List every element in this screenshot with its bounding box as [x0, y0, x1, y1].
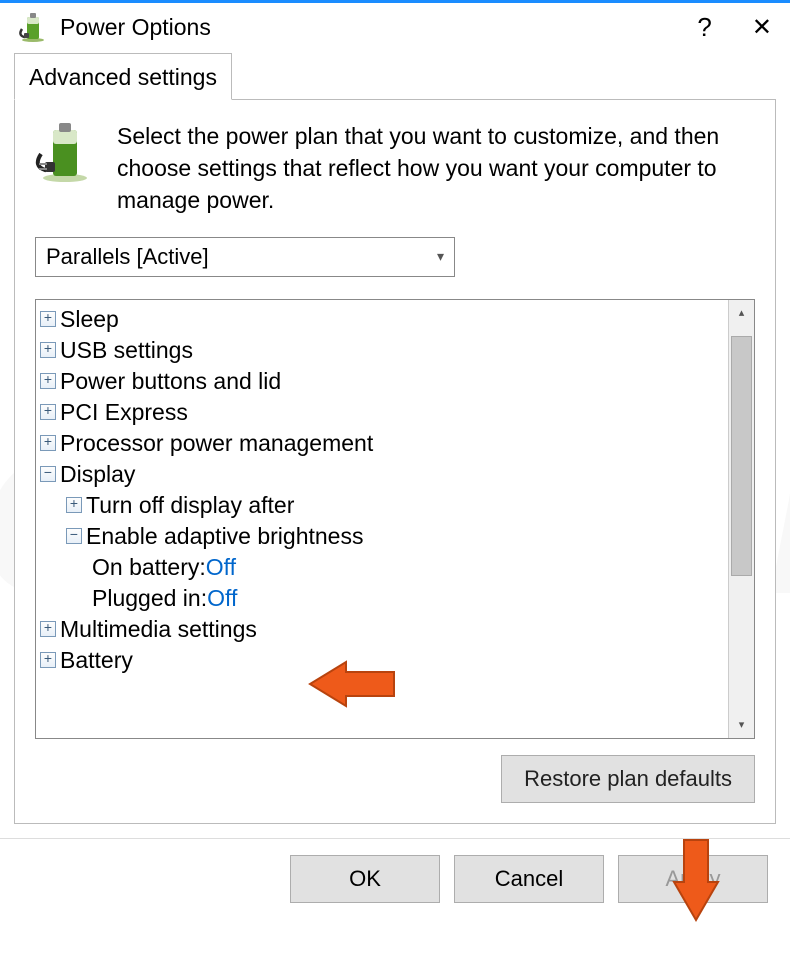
- titlebar: Power Options ? ✕: [0, 3, 790, 53]
- expand-icon[interactable]: +: [40, 621, 56, 637]
- tab-content: Select the power plan that you want to c…: [14, 99, 776, 824]
- collapse-icon[interactable]: −: [40, 466, 56, 482]
- tree-item[interactable]: +Multimedia settings: [40, 614, 724, 645]
- expand-icon[interactable]: +: [40, 652, 56, 668]
- dialog-buttons: OK Cancel Apply: [0, 838, 790, 919]
- settings-tree: +Sleep+USB settings+Power buttons and li…: [35, 299, 755, 739]
- power-plan-selected: Parallels [Active]: [46, 244, 209, 270]
- expand-icon[interactable]: +: [40, 311, 56, 327]
- tree-item[interactable]: Plugged in: Off: [40, 583, 724, 614]
- tree-item[interactable]: On battery: Off: [40, 552, 724, 583]
- tree-item[interactable]: +PCI Express: [40, 397, 724, 428]
- expand-icon[interactable]: +: [40, 342, 56, 358]
- tree-item-label: PCI Express: [60, 399, 188, 426]
- restore-plan-defaults-button[interactable]: Restore plan defaults: [501, 755, 755, 803]
- tab-advanced-settings[interactable]: Advanced settings: [14, 53, 232, 100]
- tree-item-label: Display: [60, 461, 135, 488]
- tree-item-label: Plugged in:: [92, 585, 207, 612]
- ok-button[interactable]: OK: [290, 855, 440, 903]
- tree-item[interactable]: −Enable adaptive brightness: [40, 521, 724, 552]
- tree-item-label: Processor power management: [60, 430, 373, 457]
- tree-item[interactable]: +Battery: [40, 645, 724, 676]
- tree-item[interactable]: −Display: [40, 459, 724, 490]
- tree-item-label: On battery:: [92, 554, 206, 581]
- tree-item[interactable]: +Processor power management: [40, 428, 724, 459]
- collapse-icon[interactable]: −: [66, 528, 82, 544]
- power-plan-icon: [35, 120, 99, 184]
- tree-item[interactable]: +Sleep: [40, 304, 724, 335]
- tree-item[interactable]: +USB settings: [40, 335, 724, 366]
- chevron-down-icon: ▾: [437, 248, 444, 265]
- scroll-down-button[interactable]: ▾: [729, 712, 754, 738]
- tree-item-label: Multimedia settings: [60, 616, 257, 643]
- expand-icon[interactable]: +: [40, 404, 56, 420]
- tree-item-label: Turn off display after: [86, 492, 294, 519]
- power-plan-dropdown[interactable]: Parallels [Active] ▾: [35, 237, 455, 277]
- tree-item[interactable]: +Power buttons and lid: [40, 366, 724, 397]
- tree-item-label: USB settings: [60, 337, 193, 364]
- scroll-thumb[interactable]: [731, 336, 752, 576]
- tree-item-value[interactable]: Off: [207, 585, 237, 612]
- scrollbar[interactable]: ▴ ▾: [728, 300, 754, 738]
- tree-item-label: Power buttons and lid: [60, 368, 281, 395]
- close-button[interactable]: ✕: [752, 13, 772, 42]
- expand-icon[interactable]: +: [66, 497, 82, 513]
- cancel-button[interactable]: Cancel: [454, 855, 604, 903]
- battery-icon: [18, 11, 50, 43]
- tree-item-label: Enable adaptive brightness: [86, 523, 363, 550]
- expand-icon[interactable]: +: [40, 373, 56, 389]
- window-title: Power Options: [60, 14, 697, 41]
- tree-item-label: Sleep: [60, 306, 119, 333]
- tree-item-label: Battery: [60, 647, 133, 674]
- scroll-up-button[interactable]: ▴: [729, 300, 754, 326]
- expand-icon[interactable]: +: [40, 435, 56, 451]
- tree-item[interactable]: +Turn off display after: [40, 490, 724, 521]
- tree-item-value[interactable]: Off: [206, 554, 236, 581]
- apply-button[interactable]: Apply: [618, 855, 768, 903]
- intro-text: Select the power plan that you want to c…: [117, 120, 755, 217]
- help-button[interactable]: ?: [697, 12, 711, 43]
- scroll-track[interactable]: [729, 326, 754, 712]
